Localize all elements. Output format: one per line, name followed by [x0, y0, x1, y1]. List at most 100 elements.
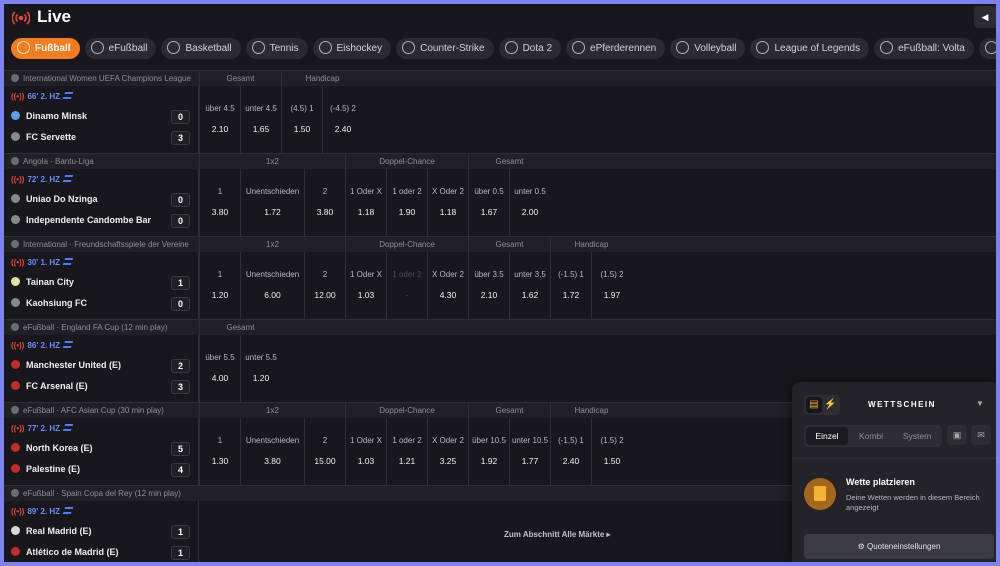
home-team-name: Real Madrid (E)	[26, 526, 92, 536]
match-info[interactable]: ((•)) 66' 2. HZ Dinamo Minsk 0 FC Servett…	[4, 86, 199, 153]
match-info[interactable]: ((•)) 30' 1. HZ Tainan City 1 Kaohsiung F…	[4, 252, 199, 319]
odds-button[interactable]: Unentschieden 1.72	[240, 169, 304, 236]
betslip-mode-toggle[interactable]: ▤ ⚡	[804, 395, 840, 415]
chevron-down-icon[interactable]: ▼	[976, 399, 984, 408]
tab-kombi[interactable]: Kombi	[850, 427, 892, 445]
team-logo-icon	[11, 111, 20, 120]
odds-label: über 5.5	[205, 353, 235, 362]
odds-value: -	[405, 290, 409, 300]
league-name[interactable]: International Women UEFA Champions Leagu…	[4, 71, 198, 86]
odds-button[interactable]: X Oder 2 1.18	[427, 169, 468, 236]
sport-tab[interactable]: Volleyball	[670, 38, 746, 59]
live-icon: ((•))	[11, 424, 25, 433]
ticket-icon[interactable]: ▤	[806, 397, 822, 413]
sport-tab[interactable]: League of Legends	[750, 38, 870, 59]
odds-button[interactable]: 1 3.80	[199, 169, 240, 236]
sport-tab[interactable]: Counter-Strike	[396, 38, 494, 59]
odds-button[interactable]: 1 1.20	[199, 252, 240, 319]
league-name[interactable]: Angola · Bantu-Liga	[4, 154, 198, 169]
odds-value: 3.80	[264, 456, 281, 466]
home-score: 5	[171, 442, 190, 456]
home-team: Tainan City	[11, 277, 74, 291]
match-info[interactable]: ((•)) 89' 2. HZ Real Madrid (E) 1 Atlétic…	[4, 501, 199, 562]
odds-label: (4.5) 1	[290, 104, 314, 113]
odds-button[interactable]: 1 oder 2 1.21	[386, 418, 427, 485]
odds-button[interactable]: Unentschieden 3.80	[240, 418, 304, 485]
odds-value: 12.00	[314, 290, 336, 300]
odds-button[interactable]: 1 Oder X 1.03	[345, 252, 386, 319]
away-team-name: Atlético de Madrid (E)	[26, 547, 119, 557]
sport-tab[interactable]: Fußball	[11, 38, 80, 59]
gift-icon[interactable]: ✉	[971, 425, 991, 445]
odds-button[interactable]: 1 Oder X 1.18	[345, 169, 386, 236]
tab-system[interactable]: System	[894, 427, 940, 445]
home-team: Manchester United (E)	[11, 360, 121, 374]
bet-history-icon[interactable]: ▣	[947, 425, 967, 445]
odds-button[interactable]: (-1.5) 1 1.72	[550, 252, 591, 319]
odds-button[interactable]: über 0.5 1.67	[468, 169, 509, 236]
odds-label: (1.5) 2	[600, 270, 624, 279]
all-markets-link[interactable]: Zum Abschnitt Alle Märkte ▸	[504, 530, 611, 539]
away-score: 3	[171, 131, 190, 145]
league-name[interactable]: eFußball · England FA Cup (12 min play)	[4, 320, 198, 335]
odds-button[interactable]: (-1.5) 1 2.40	[550, 418, 591, 485]
league-name[interactable]: eFußball · Spain Copa del Rey (12 min pl…	[4, 486, 198, 501]
sport-tab[interactable]: Dota 2	[498, 38, 562, 59]
odds-button[interactable]: 1 1.30	[199, 418, 240, 485]
team-logo-icon	[11, 381, 20, 390]
odds-settings-button[interactable]: ⚙ Quoteneinstellungen	[804, 534, 994, 559]
sport-tab[interactable]: eFußball: Elfmeter	[978, 38, 996, 59]
odds-button[interactable]: über 10.5 1.92	[468, 418, 509, 485]
odds-button[interactable]: 1 Oder X 1.03	[345, 418, 386, 485]
sport-tab[interactable]: eFußball: Volta	[874, 38, 974, 59]
odds-button[interactable]: 1 oder 2 1.90	[386, 169, 427, 236]
odds-button[interactable]: unter 0.5 2.00	[509, 169, 550, 236]
odds-button[interactable]: 2 12.00	[304, 252, 345, 319]
odds-button[interactable]: (4.5) 1 1.50	[281, 86, 322, 153]
odds-label: unter 3.5	[514, 270, 546, 279]
odds-button[interactable]: (-4.5) 2 2.40	[322, 86, 363, 153]
league-name[interactable]: International · Freundschaftsspiele der …	[4, 237, 198, 252]
lightning-icon[interactable]: ⚡	[823, 397, 838, 413]
match-info[interactable]: ((•)) 86' 2. HZ Manchester United (E) 2 F…	[4, 335, 199, 402]
sport-tab[interactable]: eFußball	[84, 38, 157, 59]
match-info[interactable]: ((•)) 72' 2. HZ Uniao Do Nzinga 0 Indepen…	[4, 169, 199, 236]
odds-button[interactable]: unter 5.5 1.20	[240, 335, 281, 402]
match-info[interactable]: ((•)) 77' 2. HZ North Korea (E) 5 Palesti…	[4, 418, 199, 485]
tab-einzel[interactable]: Einzel	[806, 427, 848, 445]
odds-label: 1 oder 2	[392, 436, 422, 445]
odds-button[interactable]: (1.5) 2 1.97	[591, 252, 632, 319]
odds-button: 1 oder 2 -	[386, 252, 427, 319]
sport-tab[interactable]: Tennis	[245, 38, 308, 59]
odds-label: über 10.5	[472, 436, 506, 445]
sport-tab[interactable]: ePferderennen	[566, 38, 666, 59]
match-time: 89' 2. HZ	[27, 507, 61, 516]
odds-button[interactable]: unter 3.5 1.62	[509, 252, 550, 319]
odds-button[interactable]: 2 15.00	[304, 418, 345, 485]
odds-button[interactable]: Unentschieden 6.00	[240, 252, 304, 319]
odds-value: 1.65	[252, 124, 270, 134]
sport-tab[interactable]: Basketball	[161, 38, 241, 59]
live-icon: ((•))	[11, 507, 25, 516]
stats-icon	[62, 424, 74, 431]
away-team-name: FC Arsenal (E)	[26, 381, 88, 391]
odds-button[interactable]: unter 4.5 1.65	[240, 86, 281, 153]
odds-button[interactable]: über 5.5 4.00	[199, 335, 240, 402]
odds-label: Unentschieden	[245, 436, 300, 445]
odds-button[interactable]: X Oder 2 4.30	[427, 252, 468, 319]
sport-tab-label: League of Legends	[774, 43, 861, 54]
sport-tab[interactable]: Eishockey	[312, 38, 392, 59]
odds-label: 1 Oder X	[349, 187, 382, 196]
globe-icon	[11, 157, 19, 165]
odds-button[interactable]: über 3.5 2.10	[468, 252, 509, 319]
collapse-panel-button[interactable]: ◀	[974, 6, 996, 28]
odds-button[interactable]: über 4.5 2.10	[199, 86, 240, 153]
odds-button[interactable]: 2 3.80	[304, 169, 345, 236]
match-time: 72' 2. HZ	[27, 175, 61, 184]
odds-label: X Oder 2	[431, 187, 464, 196]
league-label: International Women UEFA Champions Leagu…	[23, 74, 191, 83]
odds-button[interactable]: X Oder 2 3.25	[427, 418, 468, 485]
league-name[interactable]: eFußball · AFC Asian Cup (30 min play)	[4, 403, 198, 418]
odds-button[interactable]: unter 10.5 1.77	[509, 418, 550, 485]
odds-button[interactable]: (1.5) 2 1.50	[591, 418, 632, 485]
